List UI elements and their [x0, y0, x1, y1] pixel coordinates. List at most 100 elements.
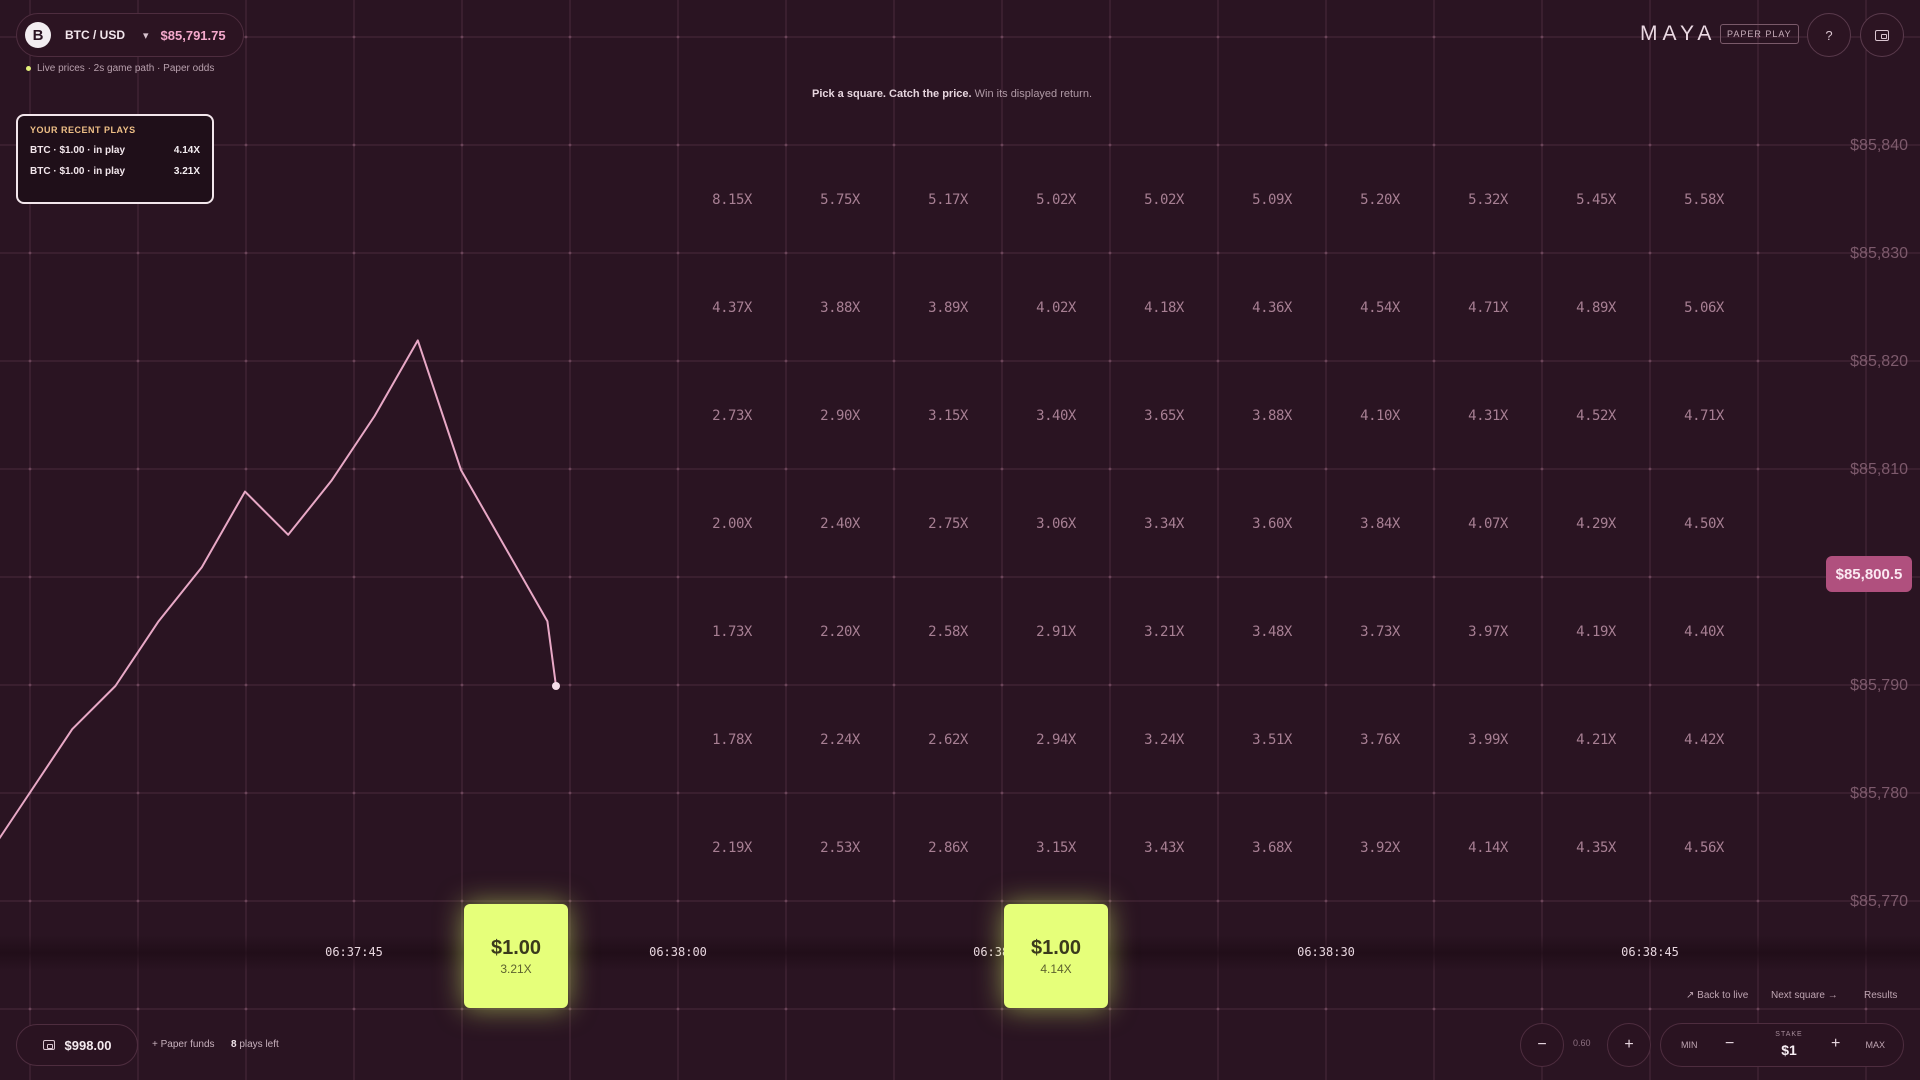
- multiplier-cell[interactable]: 3.73X: [1330, 624, 1430, 640]
- help-button[interactable]: ?: [1807, 13, 1851, 57]
- multiplier-cell[interactable]: 3.88X: [1222, 408, 1322, 424]
- y-tick-label: $85,840: [1850, 137, 1908, 154]
- multiplier-cell[interactable]: 3.68X: [1222, 840, 1322, 856]
- multiplier-cell[interactable]: 4.36X: [1222, 300, 1322, 316]
- multiplier-cell[interactable]: 2.62X: [898, 732, 998, 748]
- multiplier-cell[interactable]: 3.76X: [1330, 732, 1430, 748]
- multiplier-cell[interactable]: 4.02X: [1006, 300, 1106, 316]
- zoom-in-button[interactable]: +: [1607, 1023, 1651, 1067]
- multiplier-cell[interactable]: 5.32X: [1438, 192, 1538, 208]
- stake-min-button[interactable]: MIN: [1681, 1040, 1698, 1050]
- multiplier-cell[interactable]: 3.06X: [1006, 516, 1106, 532]
- multiplier-cell[interactable]: 5.58X: [1654, 192, 1754, 208]
- multiplier-cell[interactable]: 5.75X: [790, 192, 890, 208]
- chevron-down-icon[interactable]: ▾: [143, 29, 149, 42]
- multiplier-cell[interactable]: 5.09X: [1222, 192, 1322, 208]
- multiplier-cell[interactable]: 2.00X: [682, 516, 782, 532]
- multiplier-cell[interactable]: 2.20X: [790, 624, 890, 640]
- multiplier-cell[interactable]: 4.07X: [1438, 516, 1538, 532]
- multiplier-cell[interactable]: 4.19X: [1546, 624, 1646, 640]
- multiplier-cell[interactable]: 2.58X: [898, 624, 998, 640]
- multiplier-cell[interactable]: 4.50X: [1654, 516, 1754, 532]
- multiplier-cell[interactable]: 3.65X: [1114, 408, 1214, 424]
- asset-selector[interactable]: B BTC / USD ▾ $85,791.75: [16, 13, 244, 57]
- multiplier-cell[interactable]: 1.78X: [682, 732, 782, 748]
- balance-pill[interactable]: $998.00: [16, 1024, 138, 1066]
- multiplier-cell[interactable]: 3.34X: [1114, 516, 1214, 532]
- price-chart[interactable]: [0, 0, 1920, 1080]
- multiplier-cell[interactable]: 2.73X: [682, 408, 782, 424]
- active-bet-square[interactable]: $1.00 4.14X: [1004, 904, 1108, 1008]
- multiplier-cell[interactable]: 4.52X: [1546, 408, 1646, 424]
- multiplier-cell[interactable]: 2.40X: [790, 516, 890, 532]
- grid-dot: [1216, 575, 1220, 579]
- paper-funds-link[interactable]: + Paper funds: [152, 1039, 215, 1050]
- multiplier-cell[interactable]: 5.06X: [1654, 300, 1754, 316]
- list-item[interactable]: BTC · $1.00 · in play 4.14X: [30, 145, 200, 156]
- stake-increase-button[interactable]: +: [1831, 1035, 1840, 1053]
- multiplier-cell[interactable]: 4.40X: [1654, 624, 1754, 640]
- multiplier-cell[interactable]: 3.97X: [1438, 624, 1538, 640]
- multiplier-cell[interactable]: 3.88X: [790, 300, 890, 316]
- stake-max-button[interactable]: MAX: [1865, 1040, 1885, 1050]
- grid-dot: [1108, 683, 1112, 687]
- multiplier-cell[interactable]: 3.89X: [898, 300, 998, 316]
- multiplier-cell[interactable]: 4.35X: [1546, 840, 1646, 856]
- multiplier-cell[interactable]: 3.92X: [1330, 840, 1430, 856]
- multiplier-cell[interactable]: 3.48X: [1222, 624, 1322, 640]
- multiplier-cell[interactable]: 4.31X: [1438, 408, 1538, 424]
- multiplier-cell[interactable]: 3.15X: [1006, 840, 1106, 856]
- grid-dot: [1108, 1007, 1112, 1011]
- back-to-live-link[interactable]: ↗ Back to live: [1686, 990, 1748, 1001]
- multiplier-cell[interactable]: 2.75X: [898, 516, 998, 532]
- multiplier-cell[interactable]: 3.43X: [1114, 840, 1214, 856]
- wallet-button[interactable]: [1860, 13, 1904, 57]
- multiplier-cell[interactable]: 3.99X: [1438, 732, 1538, 748]
- multiplier-cell[interactable]: 4.10X: [1330, 408, 1430, 424]
- multiplier-cell[interactable]: 4.42X: [1654, 732, 1754, 748]
- multiplier-cell[interactable]: 5.02X: [1114, 192, 1214, 208]
- multiplier-cell[interactable]: 5.20X: [1330, 192, 1430, 208]
- multiplier-cell[interactable]: 5.02X: [1006, 192, 1106, 208]
- multiplier-cell[interactable]: 4.56X: [1654, 840, 1754, 856]
- list-item[interactable]: BTC · $1.00 · in play 3.21X: [30, 166, 200, 177]
- grid-dot: [892, 683, 896, 687]
- multiplier-cell[interactable]: 4.54X: [1330, 300, 1430, 316]
- multiplier-cell[interactable]: 3.24X: [1114, 732, 1214, 748]
- multiplier-cell[interactable]: 5.17X: [898, 192, 998, 208]
- multiplier-cell[interactable]: 3.60X: [1222, 516, 1322, 532]
- next-square-link[interactable]: Next square →: [1771, 990, 1838, 1001]
- multiplier-cell[interactable]: 2.86X: [898, 840, 998, 856]
- multiplier-cell[interactable]: 4.71X: [1438, 300, 1538, 316]
- multiplier-cell[interactable]: 2.53X: [790, 840, 890, 856]
- multiplier-cell[interactable]: 4.21X: [1546, 732, 1646, 748]
- results-link[interactable]: Results: [1864, 990, 1897, 1001]
- multiplier-cell[interactable]: 4.37X: [682, 300, 782, 316]
- multiplier-cell[interactable]: 4.89X: [1546, 300, 1646, 316]
- multiplier-cell[interactable]: 3.84X: [1330, 516, 1430, 532]
- grid-dot: [676, 1007, 680, 1011]
- active-bet-square[interactable]: $1.00 3.21X: [464, 904, 568, 1008]
- multiplier-cell[interactable]: 4.18X: [1114, 300, 1214, 316]
- multiplier-cell[interactable]: 2.90X: [790, 408, 890, 424]
- multiplier-cell[interactable]: 1.73X: [682, 624, 782, 640]
- multiplier-cell[interactable]: 4.71X: [1654, 408, 1754, 424]
- multiplier-cell[interactable]: 4.29X: [1546, 516, 1646, 532]
- multiplier-cell[interactable]: 3.40X: [1006, 408, 1106, 424]
- multiplier-cell[interactable]: 2.94X: [1006, 732, 1106, 748]
- grid-dot: [352, 1007, 356, 1011]
- multiplier-cell[interactable]: 5.45X: [1546, 192, 1646, 208]
- stake-decrease-button[interactable]: −: [1725, 1035, 1734, 1053]
- multiplier-cell[interactable]: 8.15X: [682, 192, 782, 208]
- multiplier-cell[interactable]: 3.15X: [898, 408, 998, 424]
- zoom-out-button[interactable]: −: [1520, 1023, 1564, 1067]
- grid-dot: [1540, 467, 1544, 471]
- multiplier-cell[interactable]: 3.51X: [1222, 732, 1322, 748]
- multiplier-cell[interactable]: 3.21X: [1114, 624, 1214, 640]
- grid-dot: [892, 359, 896, 363]
- chart-grid: [0, 0, 1920, 1080]
- multiplier-cell[interactable]: 2.24X: [790, 732, 890, 748]
- multiplier-cell[interactable]: 2.91X: [1006, 624, 1106, 640]
- multiplier-cell[interactable]: 4.14X: [1438, 840, 1538, 856]
- multiplier-cell[interactable]: 2.19X: [682, 840, 782, 856]
